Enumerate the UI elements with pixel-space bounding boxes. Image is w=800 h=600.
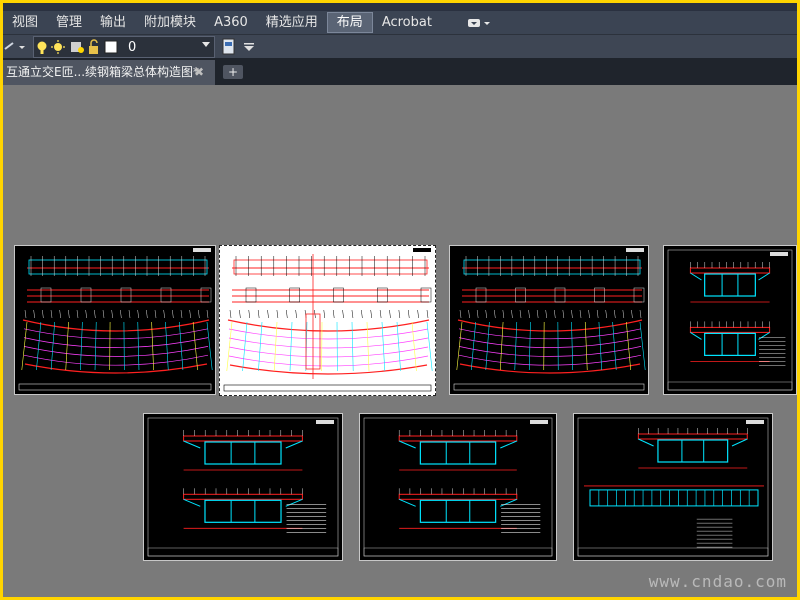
drawing-thumbnail — [453, 248, 646, 391]
ribbon-toggle-icon — [467, 18, 490, 27]
layer-dropdown-arrow-icon[interactable] — [202, 42, 210, 47]
drawing-thumbnail — [147, 417, 339, 557]
tab-layout[interactable]: 布局 — [326, 12, 373, 33]
drawing-thumbnail — [223, 248, 433, 392]
toolbar-overflow-icon[interactable] — [243, 40, 255, 54]
tab-manage[interactable]: 管理 — [47, 13, 91, 32]
layer-state-icons — [37, 39, 118, 54]
document-tab-bar: 互通立交E匝...续钢箱梁总体构造图* ✖ + — [3, 58, 797, 85]
menu-bar[interactable] — [3, 3, 797, 11]
autocad-window: 视图 管理 输出 附加模块 A360 精选应用 布局 Acrobat 0 互通立… — [3, 3, 797, 597]
tab-addins[interactable]: 附加模块 — [135, 13, 205, 32]
layout-section-2[interactable] — [143, 413, 343, 561]
drawing-thumbnail — [667, 249, 793, 391]
layout-canvas[interactable]: www.cndao.com — [3, 85, 797, 597]
drawing-thumbnail — [577, 417, 769, 557]
layout-section-3[interactable] — [359, 413, 557, 561]
layout-section-4[interactable] — [573, 413, 773, 561]
drawing-thumbnail — [18, 248, 213, 391]
document-tab-title: 互通立交E匝...续钢箱梁总体构造图* — [6, 65, 200, 79]
tool-arrow-icon[interactable] — [3, 37, 27, 57]
layer-toolbar: 0 — [3, 34, 797, 59]
close-tab-icon[interactable]: ✖ — [194, 60, 204, 85]
layout-section-1[interactable] — [663, 245, 797, 395]
tab-a360[interactable]: A360 — [205, 13, 257, 32]
tab-featured-apps[interactable]: 精选应用 — [257, 13, 327, 32]
drawing-thumbnail — [363, 417, 553, 557]
layer-name: 0 — [128, 39, 137, 55]
layout-plan-1[interactable] — [14, 245, 216, 395]
document-tab[interactable]: 互通立交E匝...续钢箱梁总体构造图* ✖ — [3, 60, 215, 85]
watermark: www.cndao.com — [648, 572, 787, 591]
layer-control[interactable]: 0 — [33, 36, 215, 58]
layout-plan-3[interactable] — [449, 245, 649, 395]
tab-output[interactable]: 输出 — [91, 13, 135, 32]
ribbon-tab-bar: 视图 管理 输出 附加模块 A360 精选应用 布局 Acrobat — [3, 11, 797, 34]
ribbon-options-dropdown[interactable] — [467, 17, 491, 29]
layer-properties-icon[interactable] — [221, 38, 237, 56]
tab-view[interactable]: 视图 — [3, 13, 47, 32]
new-tab-button[interactable]: + — [223, 65, 243, 79]
layout-plan-2[interactable] — [219, 245, 436, 396]
tab-acrobat[interactable]: Acrobat — [373, 13, 441, 32]
